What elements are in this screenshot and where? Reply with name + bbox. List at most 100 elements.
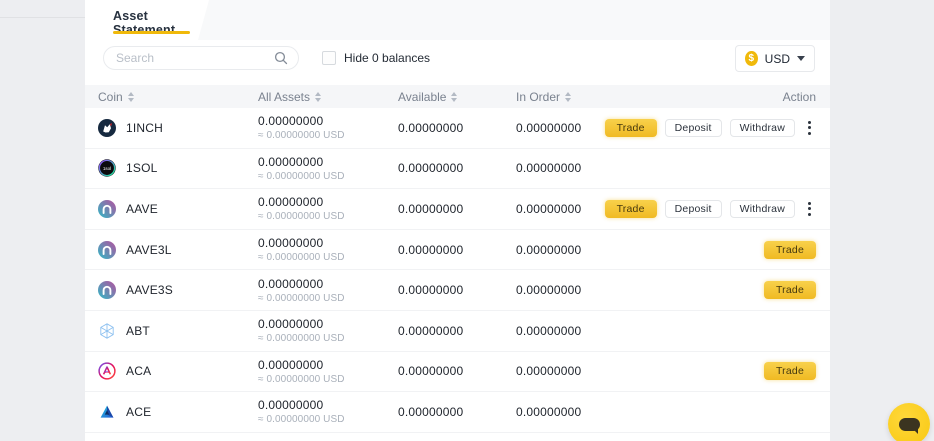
row-actions: Trade [763, 240, 816, 259]
currency-select[interactable]: $ USD [735, 45, 815, 72]
coin-symbol: ABT [126, 323, 150, 338]
table-row: ACA 0.00000000 ≈ 0.00000000 USD 0.000000… [85, 352, 830, 393]
sort-icon [565, 91, 572, 102]
trade-button[interactable]: Trade [763, 362, 816, 381]
table-row: ACE 0.00000000 ≈ 0.00000000 USD 0.000000… [85, 392, 830, 433]
all-assets-value: 0.00000000 [258, 195, 324, 210]
all-assets-value: 0.00000000 [258, 236, 324, 251]
coin-symbol: AAVE3S [126, 283, 174, 298]
table-row: AAVE3S 0.00000000 ≈ 0.00000000 USD 0.000… [85, 270, 830, 311]
column-header-action: Action [782, 89, 816, 104]
more-actions-menu[interactable] [803, 199, 816, 219]
aca-coin-icon [98, 362, 116, 381]
coin-symbol: AAVE [126, 201, 158, 216]
column-header-in-order[interactable]: In Order [516, 90, 783, 104]
asset-rows: 1INCH 0.00000000 ≈ 0.00000000 USD 0.0000… [85, 108, 830, 433]
available-value: 0.00000000 [398, 364, 464, 379]
all-assets-fiat-value: ≈ 0.00000000 USD [258, 130, 345, 142]
aave-coin-icon [98, 199, 116, 218]
aave3l-coin-icon [98, 240, 116, 259]
in-order-value: 0.00000000 [516, 323, 582, 338]
available-value: 0.00000000 [398, 120, 464, 135]
table-row: AAVE 0.00000000 ≈ 0.00000000 USD 0.00000… [85, 189, 830, 230]
more-actions-menu[interactable] [803, 118, 816, 138]
asset-table-card: Hide 0 balances $ USD Coin All Assets Av… [85, 40, 830, 441]
available-value: 0.00000000 [398, 323, 464, 338]
divider [0, 17, 85, 18]
in-order-value: 0.00000000 [516, 283, 582, 298]
table-row: 1INCH 0.00000000 ≈ 0.00000000 USD 0.0000… [85, 108, 830, 149]
trade-button[interactable]: Trade [604, 199, 657, 218]
chat-support-button[interactable] [888, 403, 930, 441]
chevron-down-icon [797, 56, 805, 61]
all-assets-fiat-value: ≈ 0.00000000 USD [258, 333, 345, 345]
deposit-button[interactable]: Deposit [664, 118, 722, 137]
row-actions: Trade [763, 281, 816, 300]
available-value: 0.00000000 [398, 161, 464, 176]
table-toolbar: Hide 0 balances $ USD [85, 40, 830, 85]
withdraw-button[interactable]: Withdraw [729, 118, 795, 137]
coin-symbol: 1INCH [126, 120, 164, 135]
all-assets-fiat-value: ≈ 0.00000000 USD [258, 252, 345, 264]
1sol-coin-icon: 1sol [98, 159, 116, 178]
dollar-coin-icon: $ [745, 51, 758, 66]
in-order-value: 0.00000000 [516, 364, 582, 379]
currency-label: USD [764, 51, 790, 66]
table-row: 1sol 1SOL 0.00000000 ≈ 0.00000000 USD 0.… [85, 149, 830, 190]
in-order-value: 0.00000000 [516, 120, 582, 135]
svg-text:1sol: 1sol [103, 166, 111, 171]
table-header-row: Coin All Assets Available In Order Actio… [85, 85, 830, 108]
in-order-value: 0.00000000 [516, 404, 582, 419]
in-order-value: 0.00000000 [516, 161, 582, 176]
sort-icon [315, 91, 322, 102]
all-assets-fiat-value: ≈ 0.00000000 USD [258, 170, 345, 182]
search-icon [274, 51, 288, 65]
coin-symbol: 1SOL [126, 161, 158, 176]
column-header-all-assets[interactable]: All Assets [258, 90, 398, 104]
withdraw-button[interactable]: Withdraw [729, 199, 795, 218]
all-assets-value: 0.00000000 [258, 276, 324, 291]
table-row: ABT 0.00000000 ≈ 0.00000000 USD 0.000000… [85, 311, 830, 352]
all-assets-fiat-value: ≈ 0.00000000 USD [258, 414, 345, 426]
sort-icon [451, 91, 458, 102]
hide-zero-label: Hide 0 balances [344, 51, 431, 65]
row-actions: Trade Deposit Withdraw [604, 118, 816, 138]
available-value: 0.00000000 [398, 283, 464, 298]
trade-button[interactable]: Trade [763, 281, 816, 300]
all-assets-fiat-value: ≈ 0.00000000 USD [258, 211, 345, 223]
search-box[interactable] [103, 46, 299, 70]
all-assets-value: 0.00000000 [258, 398, 324, 413]
tab-asset-statement[interactable]: Asset Statement [85, 0, 209, 40]
available-value: 0.00000000 [398, 242, 464, 257]
in-order-value: 0.00000000 [516, 242, 582, 257]
hide-zero-balances-toggle[interactable]: Hide 0 balances [322, 51, 430, 65]
row-actions: Trade [763, 362, 816, 381]
all-assets-value: 0.00000000 [258, 317, 324, 332]
available-value: 0.00000000 [398, 201, 464, 216]
table-row: AAVE3L 0.00000000 ≈ 0.00000000 USD 0.000… [85, 230, 830, 271]
row-actions: Trade Deposit Withdraw [604, 199, 816, 219]
abt-coin-icon [98, 322, 116, 340]
deposit-button[interactable]: Deposit [664, 199, 722, 218]
sort-icon [127, 91, 134, 102]
coin-symbol: ACA [126, 364, 152, 379]
search-input[interactable] [116, 51, 274, 65]
all-assets-value: 0.00000000 [258, 114, 324, 129]
active-tab-underline [113, 31, 190, 34]
all-assets-fiat-value: ≈ 0.00000000 USD [258, 292, 345, 304]
all-assets-fiat-value: ≈ 0.00000000 USD [258, 373, 345, 385]
available-value: 0.00000000 [398, 404, 464, 419]
1inch-coin-icon [98, 118, 116, 137]
column-header-available[interactable]: Available [398, 90, 516, 104]
ace-coin-icon [98, 403, 116, 421]
chat-bubble-icon [898, 417, 920, 434]
all-assets-value: 0.00000000 [258, 357, 324, 372]
aave3s-coin-icon [98, 281, 116, 300]
coin-symbol: AAVE3L [126, 242, 172, 257]
hide-zero-checkbox[interactable] [322, 51, 336, 65]
column-header-coin[interactable]: Coin [98, 90, 258, 104]
coin-symbol: ACE [126, 404, 152, 419]
trade-button[interactable]: Trade [604, 118, 657, 137]
in-order-value: 0.00000000 [516, 201, 582, 216]
trade-button[interactable]: Trade [763, 240, 816, 259]
